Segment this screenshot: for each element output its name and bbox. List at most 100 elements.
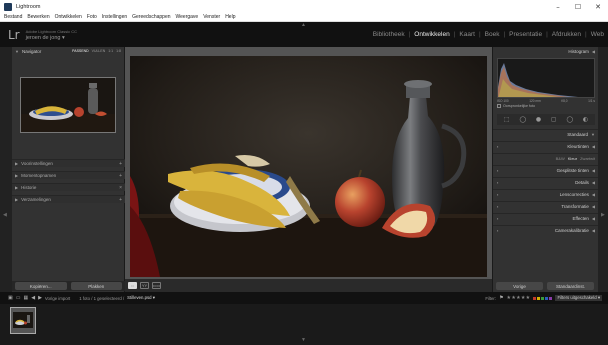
module-presentatie[interactable]: Presentatie [505,31,546,38]
toggle-icon[interactable]: ▪ [497,180,498,185]
back-arrow-icon[interactable]: ◀ [31,295,35,301]
toggle-icon[interactable]: ▪ [497,228,498,233]
module-bibliotheek[interactable]: Bibliotheek [369,31,409,38]
zoom-1-1[interactable]: 1:1 [108,49,113,53]
add-icon[interactable]: + [119,161,122,167]
section-momentopnamen[interactable]: ▶ Momentopnamen + [12,171,125,179]
navigator-preview[interactable] [20,77,116,133]
expand-triangle-icon: ◀ [591,215,595,221]
zoom-1-8[interactable]: 1:8 [116,49,121,53]
module-boek[interactable]: Boek [481,31,504,38]
expand-triangle-icon: ◀ [591,227,595,233]
filter-dropdown[interactable]: Filters uitgeschakeld ▾ [555,295,602,301]
grid-icon[interactable]: ▦ [23,295,28,301]
color-label-purple[interactable] [549,296,553,300]
navigator-header[interactable]: ▼ Navigator PASSEND VULLEN 1:1 1:8 [12,47,124,55]
section-details[interactable]: ▪ Details ◀ [493,177,599,186]
menu-bewerken[interactable]: Bewerken [27,14,49,20]
menu-venster[interactable]: Venster [203,14,220,20]
star-rating-filter[interactable]: ★★★★★ [507,295,531,301]
section-voorinstellingen[interactable]: ▶ Voorinstellingen + [12,159,125,167]
section-effecten[interactable]: ▪ Effecten ◀ [493,213,599,222]
add-icon[interactable]: + [119,173,122,179]
close-button[interactable]: ✕ [588,0,608,13]
graduated-filter-icon[interactable]: ▢ [551,116,557,123]
module-ontwikkelen[interactable]: Ontwikkelen [410,31,453,38]
add-icon[interactable]: + [119,197,122,203]
treatment-color[interactable]: Kleur [568,156,577,161]
section-standaard[interactable]: Standaard ▼ [493,129,599,138]
expand-triangle-icon: ◀ [591,143,595,149]
color-label-filter[interactable] [533,296,553,300]
image-view [125,47,492,279]
section-gesplitste-tinten[interactable]: ▪ Gesplitste tinten ◀ [493,165,599,174]
minimize-button[interactable]: – [548,0,568,13]
zoom-passend[interactable]: PASSEND [72,49,88,53]
collapse-left-arrow-icon[interactable]: ◀ [3,212,7,218]
menu-gereedschappen[interactable]: Gereedschappen [132,14,170,20]
toggle-icon[interactable]: ▪ [497,192,498,197]
menu-ontwikkelen[interactable]: Ontwikkelen [55,14,82,20]
treatment-monochrome[interactable]: Zwartwit [580,156,595,161]
menu-bestand[interactable]: Bestand [4,14,22,20]
adjustment-brush-icon[interactable]: ◐ [583,116,588,123]
forward-arrow-icon[interactable]: ▶ [38,295,42,301]
flag-icon[interactable]: ⚑ [499,295,503,301]
monitor-2-icon[interactable]: ▭ [16,295,21,301]
monitor-1-icon[interactable]: ▣ [8,295,13,301]
filename[interactable]: Stilleven.psd ▾ [127,295,155,301]
crop-tool-icon[interactable]: ⬚ [504,116,510,123]
collapse-bottom-arrow-icon[interactable]: ▼ [301,337,306,343]
main-photo[interactable] [130,56,487,277]
treatment-bw[interactable]: B&W [556,156,565,161]
menu-instellingen[interactable]: Instellingen [102,14,127,20]
section-verzamelingen[interactable]: ▶ Verzamelingen + [12,195,125,203]
histogram-graph [498,63,578,97]
color-label-yellow[interactable] [537,296,541,300]
toggle-icon[interactable]: ▪ [497,216,498,221]
histogram[interactable] [497,58,595,98]
filmstrip-thumbnail[interactable] [10,307,36,334]
left-panel: ▼ Navigator PASSEND VULLEN 1:1 1:8 ▶ Voo… [12,47,125,292]
red-eye-icon[interactable]: ● [536,116,541,123]
profile-treatment-row: B&W Kleur Zwartwit [493,153,599,162]
collapse-right-arrow-icon[interactable]: ▶ [601,212,605,218]
paste-button[interactable]: Plakken [70,282,122,290]
color-label-red[interactable] [533,296,537,300]
reset-button[interactable]: Standaardinst. [547,282,594,290]
section-historie[interactable]: ▶ Historie × [12,183,125,191]
source-label[interactable]: Vorige import [45,296,70,301]
loupe-view-button[interactable]: ▭ [128,282,137,289]
toggle-icon[interactable]: ▪ [497,168,498,173]
maximize-button[interactable]: ☐ [568,0,588,13]
checkbox[interactable] [497,104,501,108]
previous-button[interactable]: Vorige [496,282,543,290]
toggle-icon[interactable]: ▪ [497,144,498,149]
color-label-green[interactable] [541,296,545,300]
collapse-top-arrow-icon[interactable]: ▲ [301,22,306,28]
section-lenscorrecties[interactable]: ▪ Lenscorrecties ◀ [493,189,599,198]
section-transformatie[interactable]: ▪ Transformatie ◀ [493,201,599,210]
zoom-vullen[interactable]: VULLEN [92,49,106,53]
section-kleurtinten[interactable]: ▪ Kleurtinten ◀ [493,141,599,150]
collapse-triangle-icon: ▼ [15,48,19,54]
module-afdrukken[interactable]: Afdrukken [548,31,585,38]
original-photo-toggle[interactable]: Oorspronkelijke foto [497,104,535,108]
menu-weergave[interactable]: Weergave [176,14,199,20]
histogram-header[interactable]: Histogram ◀ [493,47,598,55]
user-name[interactable]: jeroen de jong ▾ [26,35,77,41]
before-after-button[interactable]: YY [140,282,149,289]
section-camerakalibratie[interactable]: ▪ Camerakalibratie ◀ [493,225,599,234]
section-label: Effecten [572,215,589,221]
toggle-icon[interactable]: ▪ [497,204,498,209]
menu-help[interactable]: Help [225,14,235,20]
compare-view-button[interactable]: ▭▭ [152,282,161,289]
module-kaart[interactable]: Kaart [455,31,479,38]
radial-filter-icon[interactable]: ◯ [566,116,573,123]
close-icon[interactable]: × [119,185,122,191]
color-label-blue[interactable] [545,296,549,300]
module-web[interactable]: Web [587,31,608,38]
menu-foto[interactable]: Foto [87,14,97,20]
spot-removal-icon[interactable]: ◯ [519,116,526,123]
copy-button[interactable]: Kopiëren... [15,282,67,290]
